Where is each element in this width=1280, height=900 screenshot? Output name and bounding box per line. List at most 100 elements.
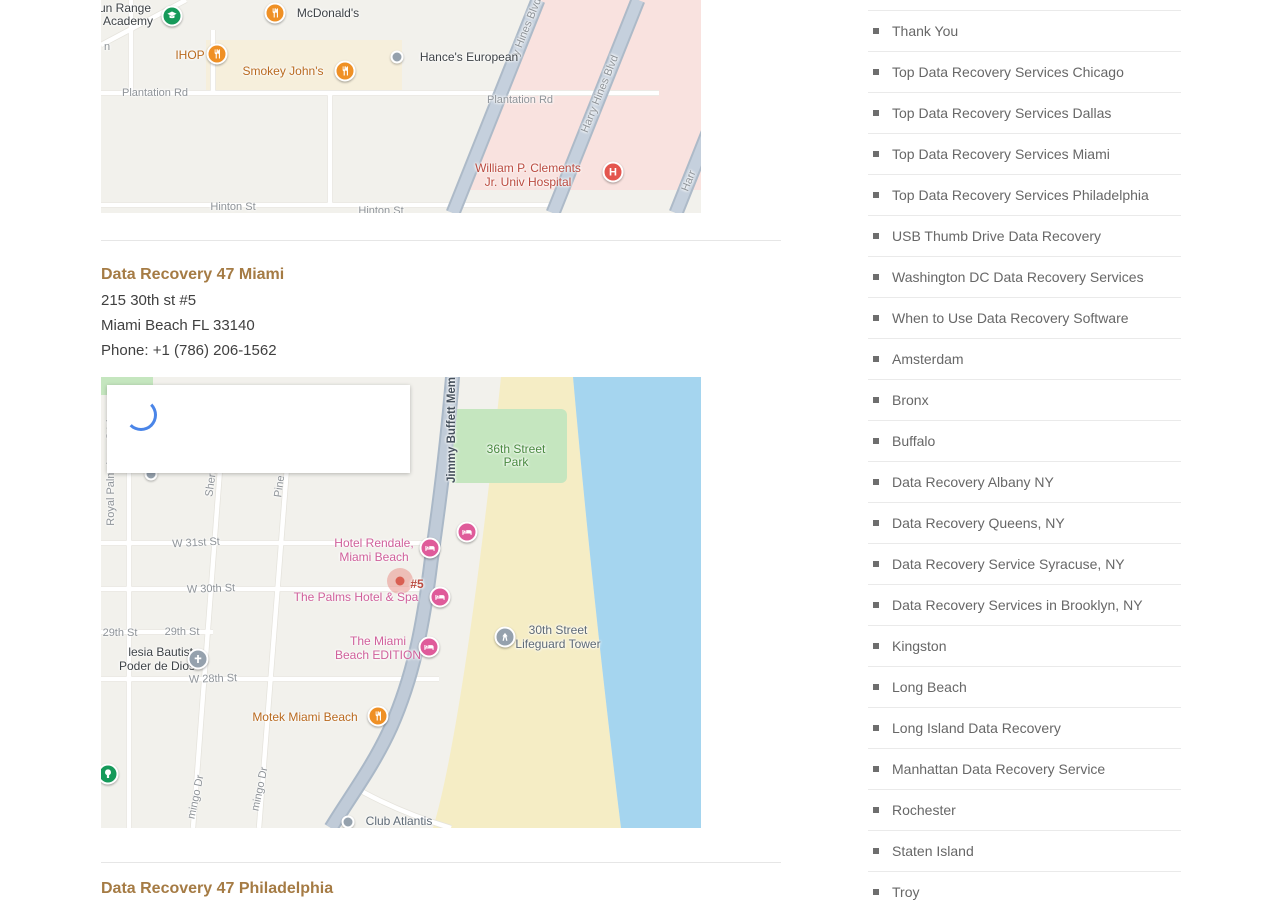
restaurant-marker[interactable] bbox=[265, 3, 286, 24]
sidebar-item-label: Staten Island bbox=[892, 843, 974, 859]
poi-dot-marker[interactable] bbox=[391, 51, 404, 64]
sidebar-item-usb-thumb[interactable]: USB Thumb Drive Data Recovery bbox=[868, 216, 1181, 257]
sidebar-item-label: USB Thumb Drive Data Recovery bbox=[892, 228, 1101, 244]
academy-marker[interactable] bbox=[162, 6, 183, 27]
sidebar-item-top-chicago[interactable]: Top Data Recovery Services Chicago bbox=[868, 52, 1181, 93]
location-heading-miami: Data Recovery 47 Miami bbox=[101, 266, 284, 284]
sidebar-item-kingston[interactable]: Kingston bbox=[868, 626, 1181, 667]
bullet-square-icon bbox=[873, 848, 879, 854]
bullet-square-icon bbox=[873, 766, 879, 772]
bullet-square-icon bbox=[873, 725, 879, 731]
sidebar-item-label: Long Island Data Recovery bbox=[892, 720, 1061, 736]
sidebar-item-label: Buffalo bbox=[892, 433, 935, 449]
sidebar-item-top-miami[interactable]: Top Data Recovery Services Miami bbox=[868, 134, 1181, 175]
bullet-square-icon bbox=[873, 602, 879, 608]
bullet-square-icon bbox=[873, 151, 879, 157]
bullet-square-icon bbox=[873, 397, 879, 403]
sidebar-item-label: Top Data Recovery Services Dallas bbox=[892, 105, 1111, 121]
restaurant-marker[interactable] bbox=[368, 706, 389, 727]
sidebar-item-top-dallas[interactable]: Top Data Recovery Services Dallas bbox=[868, 93, 1181, 134]
bed-icon bbox=[462, 527, 473, 538]
map-loading-card bbox=[107, 385, 410, 473]
sidebar-item-albany[interactable]: Data Recovery Albany NY bbox=[868, 462, 1181, 503]
map-dallas-embed[interactable]: Plantation Rd Plantation Rd Hinton St Hi… bbox=[101, 0, 701, 213]
sidebar-item-label: Data Recovery Service Syracuse, NY bbox=[892, 556, 1125, 572]
sidebar-item-washington-dc[interactable]: Washington DC Data Recovery Services bbox=[868, 257, 1181, 298]
sidebar-item-thank-you[interactable]: Thank You bbox=[868, 11, 1181, 52]
bullet-square-icon bbox=[873, 69, 879, 75]
bed-icon bbox=[435, 592, 446, 603]
sidebar-item-label: Manhattan Data Recovery Service bbox=[892, 761, 1105, 777]
graduation-cap-icon bbox=[167, 11, 178, 22]
sidebar-item-label: Rochester bbox=[892, 802, 956, 818]
sidebar-item-label: Data Recovery Albany NY bbox=[892, 474, 1054, 490]
restaurant-marker[interactable] bbox=[207, 44, 228, 65]
bed-icon bbox=[424, 642, 435, 653]
sidebar-item-label: Thank You bbox=[892, 23, 958, 39]
bullet-square-icon bbox=[873, 315, 879, 321]
restaurant-marker[interactable] bbox=[335, 61, 356, 82]
hotel-marker[interactable] bbox=[430, 587, 451, 608]
bullet-square-icon bbox=[873, 110, 879, 116]
hospital-h-icon: H bbox=[609, 166, 617, 178]
bullet-square-icon bbox=[873, 807, 879, 813]
bullet-square-icon bbox=[873, 233, 879, 239]
church-marker[interactable] bbox=[188, 649, 209, 670]
bed-icon bbox=[425, 543, 436, 554]
page: Plantation Rd Plantation Rd Hinton St Hi… bbox=[0, 0, 1280, 900]
fork-knife-icon bbox=[373, 711, 384, 722]
hotel-marker[interactable] bbox=[420, 538, 441, 559]
sidebar-item-when-to-use[interactable]: When to Use Data Recovery Software bbox=[868, 298, 1181, 339]
sidebar-item-label: Troy bbox=[892, 884, 919, 900]
sidebar-item-label: Data Recovery Services in Brooklyn, NY bbox=[892, 597, 1143, 613]
content-divider bbox=[101, 240, 781, 241]
phone-line: Phone: +1 (786) 206-1562 bbox=[101, 342, 277, 359]
hotel-marker[interactable] bbox=[457, 522, 478, 543]
tower-icon bbox=[500, 632, 511, 643]
fork-knife-icon bbox=[212, 49, 223, 60]
lifeguard-tower-marker[interactable] bbox=[495, 627, 516, 648]
bullet-square-icon bbox=[873, 684, 879, 690]
cross-icon bbox=[193, 654, 204, 665]
address-line: 215 30th st #5 bbox=[101, 292, 196, 309]
sidebar-item-troy[interactable]: Troy bbox=[868, 872, 1181, 900]
sidebar-item-amsterdam[interactable]: Amsterdam bbox=[868, 339, 1181, 380]
sidebar-item-label: Data Recovery Queens, NY bbox=[892, 515, 1065, 531]
sidebar-item-long-island[interactable]: Long Island Data Recovery bbox=[868, 708, 1181, 749]
sidebar-item-label: Top Data Recovery Services Chicago bbox=[892, 64, 1124, 80]
sidebar-item-brooklyn[interactable]: Data Recovery Services in Brooklyn, NY bbox=[868, 585, 1181, 626]
sidebar-item-label: Bronx bbox=[892, 392, 929, 408]
bullet-square-icon bbox=[873, 356, 879, 362]
sidebar-item-label: Kingston bbox=[892, 638, 946, 654]
bullet-square-icon bbox=[873, 889, 879, 895]
sidebar-link-list: Thank You Top Data Recovery Services Chi… bbox=[868, 10, 1181, 900]
sidebar-item-label: Top Data Recovery Services Philadelphia bbox=[892, 187, 1149, 203]
fork-knife-icon bbox=[270, 8, 281, 19]
bullet-square-icon bbox=[873, 28, 879, 34]
hotel-marker[interactable] bbox=[419, 637, 440, 658]
sidebar-item-syracuse[interactable]: Data Recovery Service Syracuse, NY bbox=[868, 544, 1181, 585]
bullet-square-icon bbox=[873, 643, 879, 649]
loading-spinner-icon bbox=[125, 399, 157, 431]
sidebar-item-bronx[interactable]: Bronx bbox=[868, 380, 1181, 421]
sidebar-item-top-philadelphia[interactable]: Top Data Recovery Services Philadelphia bbox=[868, 175, 1181, 216]
tree-icon bbox=[103, 769, 114, 780]
sidebar-item-label: Top Data Recovery Services Miami bbox=[892, 146, 1110, 162]
hospital-marker[interactable]: H bbox=[603, 162, 624, 183]
sidebar-item-manhattan[interactable]: Manhattan Data Recovery Service bbox=[868, 749, 1181, 790]
poi-dot-marker[interactable] bbox=[342, 816, 355, 829]
bullet-square-icon bbox=[873, 438, 879, 444]
sidebar-item-label: Washington DC Data Recovery Services bbox=[892, 269, 1144, 285]
location-heading-philadelphia: Data Recovery 47 Philadelphia bbox=[101, 880, 333, 898]
sidebar-item-buffalo[interactable]: Buffalo bbox=[868, 421, 1181, 462]
sidebar-item-label: Amsterdam bbox=[892, 351, 964, 367]
content-divider bbox=[101, 862, 781, 863]
sidebar-item-rochester[interactable]: Rochester bbox=[868, 790, 1181, 831]
bullet-square-icon bbox=[873, 561, 879, 567]
bullet-square-icon bbox=[873, 192, 879, 198]
sidebar-item-long-beach[interactable]: Long Beach bbox=[868, 667, 1181, 708]
sidebar-item-queens[interactable]: Data Recovery Queens, NY bbox=[868, 503, 1181, 544]
sidebar-item-staten-island[interactable]: Staten Island bbox=[868, 831, 1181, 872]
map-miami-embed[interactable]: Jimmy Buffett Mem Royal Palm Ave Sherida… bbox=[101, 377, 701, 828]
fork-knife-icon bbox=[340, 66, 351, 77]
